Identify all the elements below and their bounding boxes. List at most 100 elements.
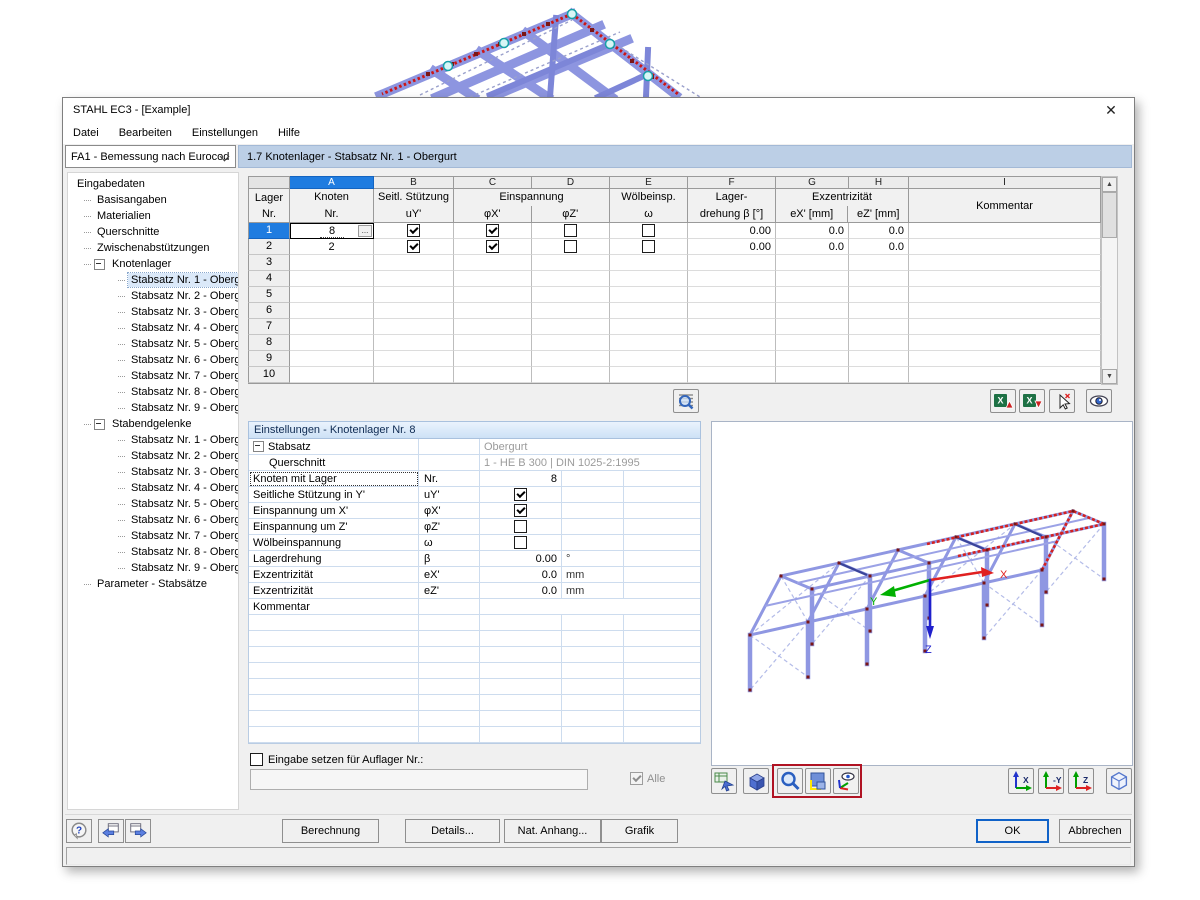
table-scrollbar[interactable]: ▲ ▼: [1101, 176, 1118, 385]
checkbox[interactable]: [642, 240, 655, 253]
cell-phiz-check[interactable]: [532, 319, 610, 335]
cell-kommentar[interactable]: [909, 287, 1101, 303]
cell-uy-check[interactable]: [374, 319, 454, 335]
cell-ex[interactable]: [776, 255, 849, 271]
cell-ex[interactable]: [776, 287, 849, 303]
cell-ex[interactable]: [776, 367, 849, 383]
cell-phix-check[interactable]: [454, 351, 532, 367]
cell-beta[interactable]: [688, 335, 776, 351]
abbrechen-button[interactable]: Abbrechen: [1059, 819, 1131, 843]
tree-item[interactable]: Stabsatz Nr. 8 - Obergurt: [68, 384, 238, 400]
row-header[interactable]: 10: [248, 367, 290, 383]
cell-uy-check[interactable]: [374, 303, 454, 319]
tree-item[interactable]: Stabsatz Nr. 7 - Obergurt: [68, 368, 238, 384]
collapse-icon[interactable]: [253, 441, 264, 452]
checkbox[interactable]: [407, 240, 420, 253]
cell-phix-check[interactable]: [454, 255, 532, 271]
cell-ez[interactable]: [849, 271, 909, 287]
grafik-button[interactable]: Grafik: [601, 819, 678, 843]
column-letter[interactable]: A: [290, 176, 374, 189]
cell-beta[interactable]: 0.00: [688, 239, 776, 255]
setting-value[interactable]: [480, 487, 562, 503]
cell-knoten[interactable]: [290, 351, 374, 367]
cell-uy-check[interactable]: [374, 255, 454, 271]
cell-omega-check[interactable]: [610, 351, 688, 367]
cell-ez[interactable]: [849, 367, 909, 383]
scroll-up-icon[interactable]: ▲: [1102, 177, 1117, 192]
apply-to-graphic-button[interactable]: [711, 768, 737, 794]
cell-kommentar[interactable]: [909, 319, 1101, 335]
cell-ex[interactable]: [776, 319, 849, 335]
zoom-button[interactable]: [777, 768, 803, 794]
tree-item[interactable]: Stabsatz Nr. 3 - Obergurt: [68, 464, 238, 480]
previous-module-button[interactable]: [98, 819, 124, 843]
cell-kommentar[interactable]: [909, 351, 1101, 367]
checkbox[interactable]: [514, 488, 527, 501]
next-module-button[interactable]: [125, 819, 151, 843]
cell-kommentar[interactable]: [909, 223, 1101, 239]
column-letter[interactable]: G: [776, 176, 849, 189]
tree-item[interactable]: Stabsatz Nr. 6 - Obergurt: [68, 352, 238, 368]
checkbox[interactable]: [564, 224, 577, 237]
row-header[interactable]: 1: [248, 223, 290, 239]
berechnung-button[interactable]: Berechnung: [282, 819, 379, 843]
tree-item[interactable]: Stabsatz Nr. 6 - Obergurt: [68, 512, 238, 528]
cell-ez[interactable]: [849, 335, 909, 351]
tree-item[interactable]: Stabsatz Nr. 5 - Obergurt: [68, 496, 238, 512]
setting-value[interactable]: 8: [480, 471, 562, 487]
cell-ex[interactable]: [776, 303, 849, 319]
cell-ez[interactable]: [849, 303, 909, 319]
cell-uy-check[interactable]: [374, 351, 454, 367]
tree-item[interactable]: Stabsatz Nr. 5 - Obergurt: [68, 336, 238, 352]
setting-value[interactable]: 0.0: [480, 583, 562, 599]
cell-phiz-check[interactable]: [532, 335, 610, 351]
cell-phiz-check[interactable]: [532, 287, 610, 303]
checkbox[interactable]: [514, 520, 527, 533]
checkbox[interactable]: [486, 240, 499, 253]
setting-value[interactable]: 1 - HE B 300 | DIN 1025-2:1995: [480, 455, 700, 471]
column-letter[interactable]: I: [909, 176, 1101, 189]
scrollbar-thumb[interactable]: [1102, 192, 1117, 238]
cell-omega-check[interactable]: [610, 255, 688, 271]
cell-phix-check[interactable]: [454, 287, 532, 303]
cell-ez[interactable]: [849, 287, 909, 303]
cell-knoten[interactable]: [290, 319, 374, 335]
cell-beta[interactable]: 0.00: [688, 223, 776, 239]
cell-knoten[interactable]: [290, 367, 374, 383]
cell-phix-check[interactable]: [454, 239, 532, 255]
ok-button[interactable]: OK: [976, 819, 1049, 843]
cell-uy-check[interactable]: [374, 223, 454, 239]
cell-uy-check[interactable]: [374, 271, 454, 287]
tree-item[interactable]: Stabendgelenke: [68, 416, 238, 432]
table-search-button[interactable]: [673, 389, 699, 413]
tree-item[interactable]: Stabsatz Nr. 8 - Obergurt: [68, 544, 238, 560]
cell-omega-check[interactable]: [610, 287, 688, 303]
column-letter[interactable]: D: [532, 176, 610, 189]
design-case-select[interactable]: FA1 - Bemessung nach Eurocod: [65, 145, 236, 168]
cell-beta[interactable]: [688, 255, 776, 271]
cell-ez[interactable]: [849, 351, 909, 367]
close-icon[interactable]: ✕: [1098, 101, 1124, 119]
cell-omega-check[interactable]: [610, 367, 688, 383]
cell-phiz-check[interactable]: [532, 351, 610, 367]
tree-item[interactable]: Stabsatz Nr. 7 - Obergurt: [68, 528, 238, 544]
cell-uy-check[interactable]: [374, 287, 454, 303]
tree-item[interactable]: Materialien: [68, 208, 238, 224]
row-header[interactable]: 4: [248, 271, 290, 287]
view-x-button[interactable]: X: [1008, 768, 1034, 794]
tree-item[interactable]: Zwischenabstützungen: [68, 240, 238, 256]
tree-item[interactable]: Stabsatz Nr. 3 - Obergurt: [68, 304, 238, 320]
cell-ex[interactable]: [776, 271, 849, 287]
checkbox[interactable]: [514, 504, 527, 517]
menu-item[interactable]: Bearbeiten: [109, 123, 182, 143]
cell-phiz-check[interactable]: [532, 255, 610, 271]
cell-omega-check[interactable]: [610, 319, 688, 335]
setting-value[interactable]: [480, 599, 700, 615]
cell-knoten[interactable]: [290, 303, 374, 319]
browse-nodes-button[interactable]: ...: [358, 225, 372, 237]
cell-knoten[interactable]: 8...: [290, 223, 374, 239]
excel-export-button[interactable]: X: [1019, 389, 1045, 413]
viewport-button[interactable]: [805, 768, 831, 794]
solid-view-button[interactable]: [743, 768, 769, 794]
tree-item[interactable]: Stabsatz Nr. 2 - Obergurt: [68, 448, 238, 464]
